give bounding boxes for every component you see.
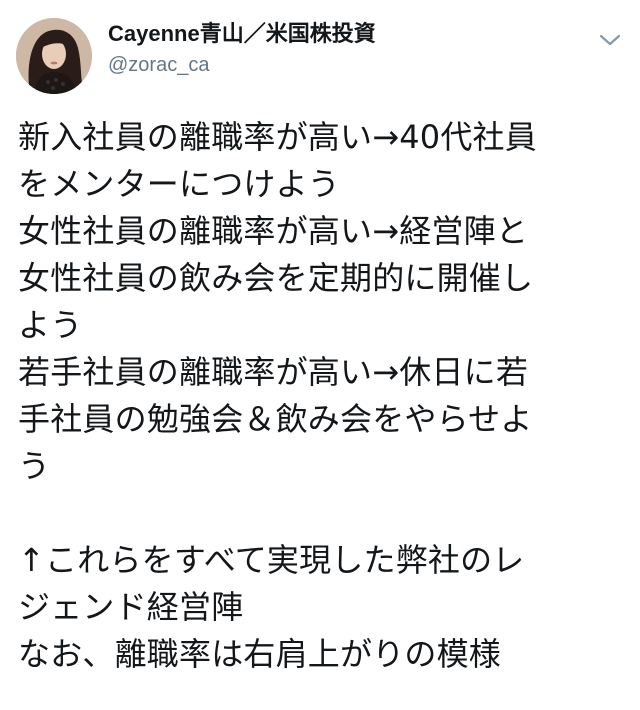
tweet-text-line: [18, 490, 624, 537]
avatar[interactable]: [16, 18, 92, 94]
user-info: Cayenne青山／米国株投資 @zorac_ca: [108, 20, 376, 78]
username-handle[interactable]: @zorac_ca: [108, 52, 376, 78]
tweet-text-line: 若手社員の離職率が高い→休日に若: [18, 353, 529, 391]
tweet-text-line: よう: [18, 306, 83, 344]
tweet-text-line: なお、離職率は右肩上がりの模様: [18, 635, 502, 673]
tweet-text-line: 女性社員の飲み会を定期的に開催し: [18, 259, 534, 297]
tweet-text-line: 新入社員の離職率が高い→40代社員: [18, 118, 537, 156]
avatar-image: [16, 18, 92, 94]
tweet-text-line: 手社員の勉強会＆飲み会をやらせよ: [18, 400, 533, 438]
tweet-text-line: 女性社員の離職率が高い→経営陣と: [18, 212, 529, 250]
tweet-header: Cayenne青山／米国株投資 @zorac_ca: [0, 0, 640, 110]
tweet-text-line: う: [18, 447, 51, 485]
tweet-text-line: をメンターにつけよう: [18, 165, 341, 203]
tweet-text-line: ↑これらをすべて実現した弊社のレ: [18, 541, 525, 579]
tweet-text-line: ジェンド経営陣: [18, 588, 244, 626]
display-name[interactable]: Cayenne青山／米国株投資: [108, 20, 376, 48]
tweet-text: 新入社員の離職率が高い→40代社員 をメンターにつけよう 女性社員の離職率が高い…: [18, 114, 624, 678]
chevron-down-icon[interactable]: [598, 32, 622, 48]
